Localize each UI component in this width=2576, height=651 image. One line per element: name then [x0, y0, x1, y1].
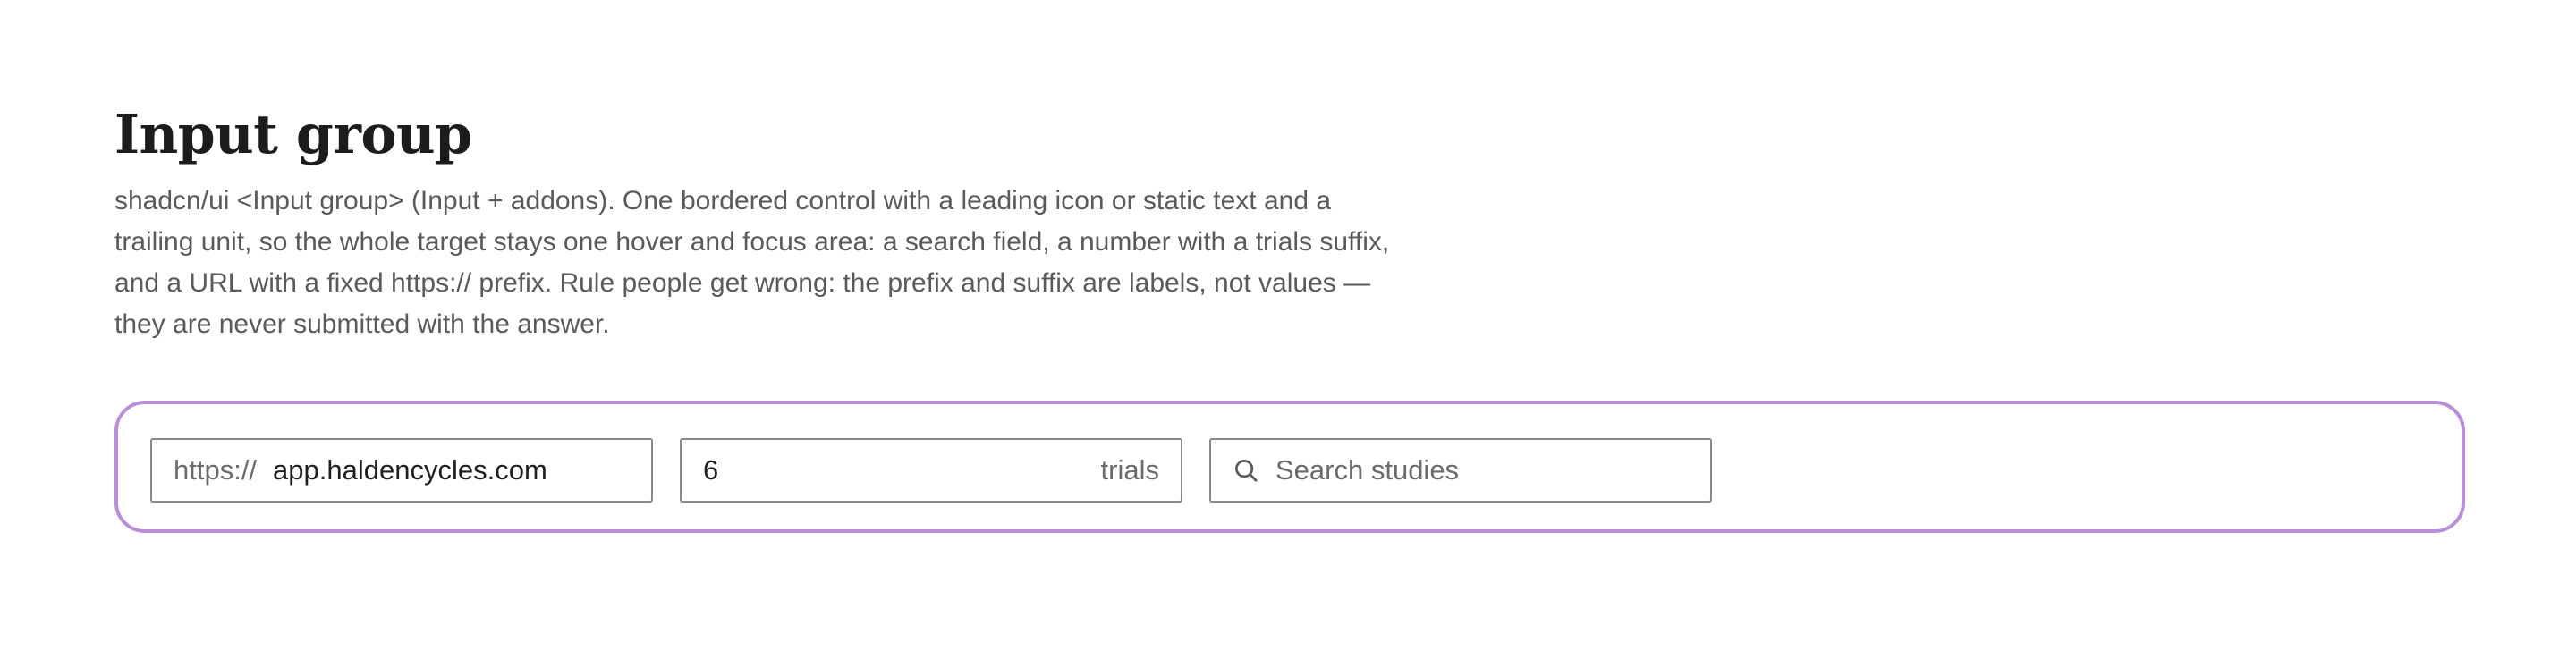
trials-number-input[interactable] [703, 454, 1090, 486]
search-input[interactable] [1275, 454, 1689, 486]
search-input-group[interactable] [1209, 438, 1712, 503]
search-icon [1233, 457, 1259, 484]
page-description: shadcn/ui <Input group> (Input + addons)… [114, 186, 1390, 339]
trials-suffix: trials [1100, 454, 1159, 486]
url-input[interactable] [273, 454, 630, 486]
page-title: Input group [114, 104, 472, 166]
url-prefix: https:// [174, 454, 258, 486]
demo-frame: https:// trials [114, 401, 2465, 533]
trials-input-group[interactable]: trials [680, 438, 1182, 503]
url-input-group[interactable]: https:// [150, 438, 653, 503]
page: Input group shadcn/ui <Input group> (Inp… [114, 100, 2465, 533]
